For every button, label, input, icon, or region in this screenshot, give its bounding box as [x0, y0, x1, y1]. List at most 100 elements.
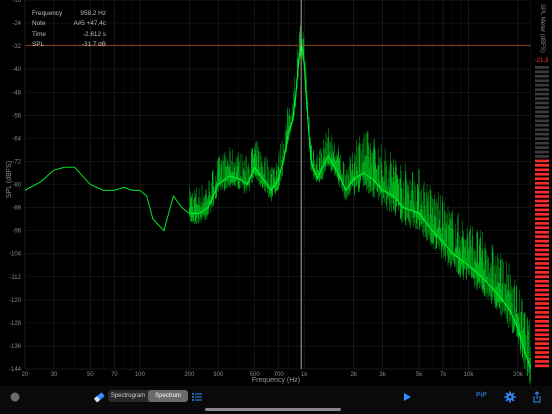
meter-segment — [535, 333, 549, 337]
meter-segment — [535, 141, 549, 145]
info-value: -2.612 s — [82, 30, 106, 38]
x-tick-label: 500 — [250, 372, 261, 378]
tab-spectrogram[interactable]: Spectrogram — [108, 390, 148, 402]
meter-segment — [535, 186, 549, 189]
y-tick-label: -24 — [12, 21, 21, 27]
x-tick-label: 20 — [22, 372, 29, 378]
meter-segment — [535, 181, 549, 185]
meter-segment — [535, 123, 549, 127]
meter-segment — [535, 342, 549, 345]
meter-segment — [535, 190, 549, 194]
meter-segment — [535, 324, 549, 328]
meter-segment — [535, 315, 549, 319]
y-tick-label: -112 — [9, 275, 21, 281]
info-value: 958.2 Hz — [80, 10, 106, 17]
meter-segment — [535, 279, 549, 283]
x-tick-label: 200 — [184, 372, 195, 378]
info-label: Time — [32, 30, 46, 38]
meter-segment — [535, 74, 549, 78]
y-tick-label: -64 — [12, 136, 21, 142]
meter-segment — [535, 239, 549, 243]
meter-segment — [535, 364, 549, 368]
meter-segment — [535, 83, 549, 87]
meter-segment — [535, 101, 549, 105]
meter-segment — [535, 257, 549, 261]
meter-segment — [535, 199, 549, 203]
y-tick-label: -88 — [12, 206, 21, 212]
meter-segment — [535, 150, 549, 154]
meter-segment — [535, 97, 549, 100]
meter-segment — [535, 110, 549, 114]
pip-button[interactable]: PiP — [476, 392, 487, 399]
meter-segment — [535, 360, 549, 363]
meter-segment — [535, 266, 549, 270]
meter-segment — [535, 248, 549, 252]
y-tick-label: -104 — [9, 252, 22, 258]
x-tick-label: 700 — [274, 372, 285, 378]
info-row-time: Time -2.612 s — [32, 30, 106, 40]
list-icon[interactable] — [190, 390, 204, 404]
x-tick-label: 50 — [87, 372, 94, 378]
meter-segment — [535, 351, 549, 354]
info-label: SPL — [32, 41, 45, 49]
spectrum-plot[interactable]: -16 -24 -32 -40 -48 -56 -64 -72 -80 -88 -96 -104 -11… — [0, 0, 531, 385]
y-tick-label: -16 — [12, 0, 21, 4]
meter-segment — [535, 328, 549, 332]
play-icon[interactable] — [400, 390, 414, 404]
meter-segment — [535, 253, 549, 256]
share-icon[interactable] — [530, 390, 544, 404]
gear-icon[interactable] — [503, 390, 517, 404]
x-tick-label: 30 — [51, 372, 58, 378]
home-indicator — [205, 408, 341, 411]
info-row-spl: SPL -31.7 dB — [32, 40, 106, 50]
view-mode-segmented-control[interactable]: Spectrogram Spectrum — [108, 390, 188, 402]
meter-segment — [535, 195, 549, 198]
meter-segment — [535, 88, 549, 91]
meter-segment — [535, 164, 549, 167]
meter-segment — [535, 119, 549, 123]
meter-segment — [535, 106, 549, 109]
y-tick-label: -120 — [9, 298, 22, 304]
meter-segment — [535, 213, 549, 216]
info-label: Note — [32, 20, 46, 28]
x-tick-label: 3k — [379, 372, 386, 378]
tab-spectrum[interactable]: Spectrum — [148, 390, 188, 402]
meter-segment — [535, 92, 549, 96]
x-tick-label: 1k — [301, 372, 308, 378]
spl-meter — [535, 66, 549, 368]
meter-segment — [535, 311, 549, 314]
meter-segment — [535, 177, 549, 181]
meter-segment — [535, 320, 549, 323]
y-tick-label: -56 — [12, 113, 21, 119]
y-axis-label: SPL (dBFS) — [6, 160, 14, 199]
info-value: -31.7 dB — [81, 41, 106, 49]
x-tick-label: 7k — [440, 372, 447, 378]
info-value: A#5 +47.4c — [73, 20, 106, 28]
y-tick-label: -80 — [12, 183, 21, 189]
meter-segment — [535, 288, 549, 292]
eraser-icon[interactable] — [92, 390, 106, 404]
meter-segment — [535, 337, 549, 341]
meter-segment — [535, 271, 549, 274]
meter-segment — [535, 168, 549, 172]
meter-segment — [535, 66, 549, 69]
meter-segment — [535, 222, 549, 225]
meter-segment — [535, 132, 549, 136]
x-tick-label: 5k — [416, 372, 423, 378]
record-icon[interactable] — [8, 390, 22, 404]
meter-segment — [535, 155, 549, 158]
y-tick-label: -40 — [12, 67, 21, 73]
meter-segment — [535, 70, 549, 74]
spectrum-chart[interactable]: -16 -24 -32 -40 -48 -56 -64 -72 -80 -88 -96 -104 -11… — [0, 0, 531, 385]
x-tick-label: 10k — [464, 372, 475, 378]
y-tick-label: -144 — [9, 367, 22, 373]
meter-segment — [535, 217, 549, 221]
meter-segment — [535, 159, 549, 163]
info-label: Frequency — [32, 10, 63, 17]
meter-segment — [535, 262, 549, 265]
x-tick-label: 2k — [350, 372, 357, 378]
meter-segment — [535, 275, 549, 279]
meter-segment — [535, 208, 549, 212]
cursor-info-panel: Frequency 958.2 Hz Note A#5 +47.4c Time … — [32, 9, 106, 51]
info-row-note: Note A#5 +47.4c — [32, 19, 106, 29]
